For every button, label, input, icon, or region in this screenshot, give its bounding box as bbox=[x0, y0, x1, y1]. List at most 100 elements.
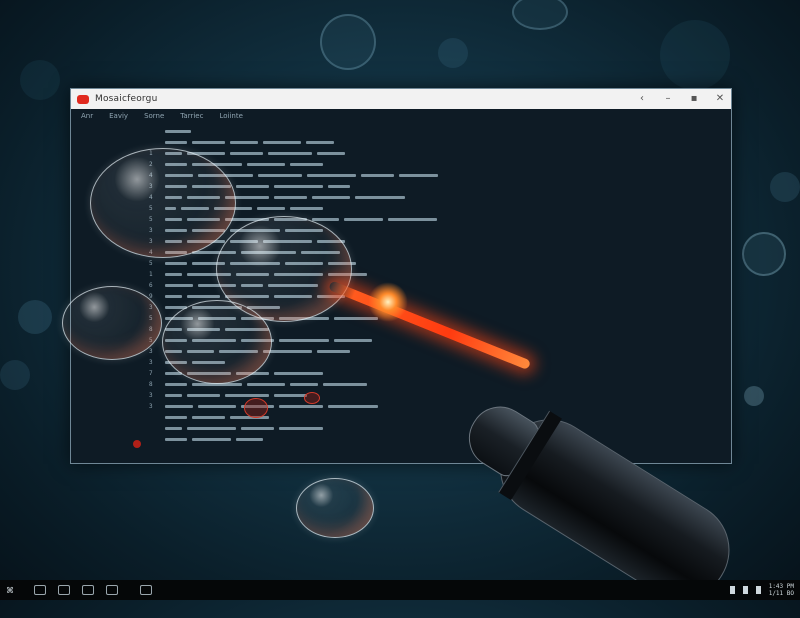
soap-bubble bbox=[62, 286, 162, 360]
code-token bbox=[192, 141, 225, 144]
code-token bbox=[197, 405, 236, 408]
title-bar[interactable]: Mosaicfeorgu ‹ – ▪ ✕ bbox=[71, 89, 731, 109]
code-token bbox=[306, 141, 334, 144]
code-token bbox=[268, 152, 312, 155]
code-token bbox=[165, 383, 187, 386]
menu-item-3[interactable]: Sorne bbox=[144, 112, 164, 126]
code-token bbox=[186, 295, 220, 298]
bokeh-bubble bbox=[512, 0, 568, 30]
network-icon[interactable] bbox=[742, 586, 748, 594]
menu-item-1[interactable]: Anr bbox=[81, 112, 93, 126]
code-token bbox=[399, 174, 438, 177]
bokeh-bubble bbox=[742, 232, 786, 276]
small-red-bubble bbox=[244, 398, 268, 418]
code-token bbox=[230, 141, 258, 144]
line-number: 7 bbox=[149, 370, 153, 377]
code-token bbox=[246, 383, 285, 386]
breakpoint-dot[interactable] bbox=[133, 440, 141, 448]
line-number: 3 bbox=[149, 348, 153, 355]
code-token bbox=[165, 405, 193, 408]
volume-icon[interactable] bbox=[729, 586, 735, 594]
code-line[interactable] bbox=[149, 138, 339, 147]
soap-bubble bbox=[90, 148, 236, 258]
code-line[interactable]: 3 bbox=[149, 391, 312, 400]
code-token bbox=[273, 372, 323, 375]
code-line[interactable] bbox=[149, 127, 196, 136]
system-tray: 1:43 PM 1/11 BO bbox=[729, 583, 794, 597]
code-token bbox=[186, 427, 236, 430]
menu-item-5[interactable]: Loiinte bbox=[219, 112, 242, 126]
window-controls: ‹ – ▪ ✕ bbox=[637, 94, 725, 104]
clock-date: 1/11 BO bbox=[768, 590, 794, 597]
taskbar: ⌘ 1:43 PM 1/11 BO bbox=[0, 580, 800, 600]
code-token bbox=[279, 339, 329, 342]
window-title: Mosaicfeorgu bbox=[95, 94, 158, 104]
code-token bbox=[279, 427, 323, 430]
code-token bbox=[306, 174, 356, 177]
code-token bbox=[165, 141, 187, 144]
code-editor-window: Mosaicfeorgu ‹ – ▪ ✕ Anr Eaviy Sorne Tar… bbox=[70, 88, 732, 464]
code-token bbox=[361, 174, 394, 177]
code-token bbox=[192, 438, 231, 441]
code-token bbox=[257, 174, 302, 177]
terminal-icon[interactable] bbox=[106, 585, 118, 595]
code-token bbox=[387, 218, 437, 221]
line-number: 6 bbox=[149, 282, 153, 289]
minimize-button[interactable]: – bbox=[663, 94, 673, 104]
code-token bbox=[289, 207, 323, 210]
code-token bbox=[165, 438, 187, 441]
code-token bbox=[165, 273, 182, 276]
code-token bbox=[230, 152, 263, 155]
maximize-button[interactable]: ▪ bbox=[689, 94, 699, 104]
code-token bbox=[192, 416, 225, 419]
code-token bbox=[257, 207, 285, 210]
code-token bbox=[317, 350, 350, 353]
menu-bar: Anr Eaviy Sorne Tarriec Loiinte bbox=[71, 109, 731, 129]
mail-icon[interactable] bbox=[58, 585, 70, 595]
code-token bbox=[311, 218, 339, 221]
code-token bbox=[328, 185, 350, 188]
code-token bbox=[317, 152, 345, 155]
folder-icon[interactable] bbox=[82, 585, 94, 595]
code-token bbox=[262, 141, 301, 144]
code-token bbox=[311, 196, 350, 199]
bokeh-bubble bbox=[20, 60, 60, 100]
start-button[interactable]: ⌘ bbox=[6, 586, 14, 595]
code-token bbox=[290, 383, 318, 386]
menu-item-4[interactable]: Tarriec bbox=[180, 112, 203, 126]
code-token bbox=[165, 262, 187, 265]
code-token bbox=[241, 427, 274, 430]
code-token bbox=[273, 185, 323, 188]
code-token bbox=[328, 405, 378, 408]
code-token bbox=[333, 317, 378, 320]
code-token bbox=[235, 185, 269, 188]
code-token bbox=[246, 163, 285, 166]
close-button[interactable]: ✕ bbox=[715, 94, 725, 104]
battery-icon[interactable] bbox=[755, 586, 761, 594]
app-icon[interactable] bbox=[140, 585, 152, 595]
code-token bbox=[235, 438, 263, 441]
soap-bubble bbox=[296, 478, 374, 538]
bokeh-bubble bbox=[660, 20, 730, 90]
code-token bbox=[290, 163, 323, 166]
back-icon[interactable]: ‹ bbox=[637, 94, 647, 104]
code-token bbox=[224, 394, 269, 397]
code-token bbox=[186, 394, 220, 397]
code-token bbox=[355, 196, 405, 199]
app-icon bbox=[77, 94, 89, 104]
bokeh-bubble bbox=[320, 14, 376, 70]
line-number: 5 bbox=[149, 260, 153, 267]
code-line[interactable]: 8 bbox=[149, 380, 372, 389]
code-token bbox=[165, 416, 187, 419]
code-token bbox=[165, 284, 193, 287]
menu-item-2[interactable]: Eaviy bbox=[109, 112, 128, 126]
soap-bubble bbox=[162, 300, 272, 384]
laser-flare bbox=[368, 282, 408, 322]
code-line[interactable] bbox=[149, 435, 268, 444]
line-number: 1 bbox=[149, 271, 153, 278]
code-token bbox=[344, 218, 383, 221]
code-line[interactable] bbox=[149, 424, 328, 433]
bokeh-bubble bbox=[770, 172, 800, 202]
explorer-icon[interactable] bbox=[34, 585, 46, 595]
clock[interactable]: 1:43 PM 1/11 BO bbox=[769, 583, 794, 597]
